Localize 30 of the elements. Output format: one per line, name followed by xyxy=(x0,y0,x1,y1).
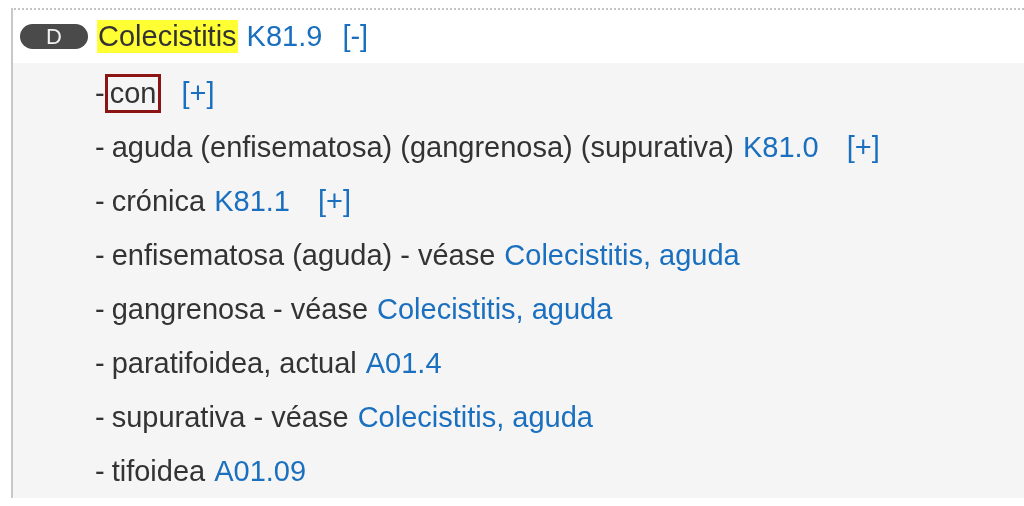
expand-toggle[interactable]: [+] xyxy=(317,184,352,218)
subterm-text: supurativa - véase xyxy=(111,400,349,434)
code-link[interactable]: A01.4 xyxy=(365,346,442,380)
code-link[interactable]: A01.09 xyxy=(214,454,307,488)
dash: - xyxy=(95,238,105,272)
code-link[interactable]: K81.1 xyxy=(214,184,290,218)
subterm-text: paratifoidea, actual xyxy=(111,346,357,380)
dash: - xyxy=(95,76,105,110)
subterm-text: crónica xyxy=(111,184,206,218)
expand-toggle[interactable]: [+] xyxy=(846,130,880,164)
code-link[interactable]: K81.9 xyxy=(246,20,323,53)
see-link[interactable]: Colecistitis, aguda xyxy=(377,292,613,326)
term-title: Colecistitis xyxy=(97,20,238,53)
dash: - xyxy=(95,346,105,380)
subterm-text: con xyxy=(104,73,162,113)
subterm-text: gangrenosa - véase xyxy=(111,292,368,326)
see-link[interactable]: Colecistitis, aguda xyxy=(357,400,593,434)
dash: - xyxy=(95,130,105,164)
subterm-text: aguda (enfisematosa) (gangrenosa) (supurativa) xyxy=(111,130,734,164)
badge: D xyxy=(20,24,88,49)
dash: - xyxy=(95,292,105,326)
see-link[interactable]: Colecistitis, aguda xyxy=(504,238,740,272)
code-link[interactable]: K81.0 xyxy=(742,130,819,164)
dash: - xyxy=(95,184,105,218)
collapse-toggle[interactable]: [-] xyxy=(342,20,369,53)
subterm-text: enfisematosa (aguda) - véase xyxy=(111,238,496,272)
subterm-text: tifoidea xyxy=(111,454,206,488)
dash: - xyxy=(95,400,105,434)
expand-toggle[interactable]: [+] xyxy=(181,76,215,110)
dash: - xyxy=(95,454,105,488)
